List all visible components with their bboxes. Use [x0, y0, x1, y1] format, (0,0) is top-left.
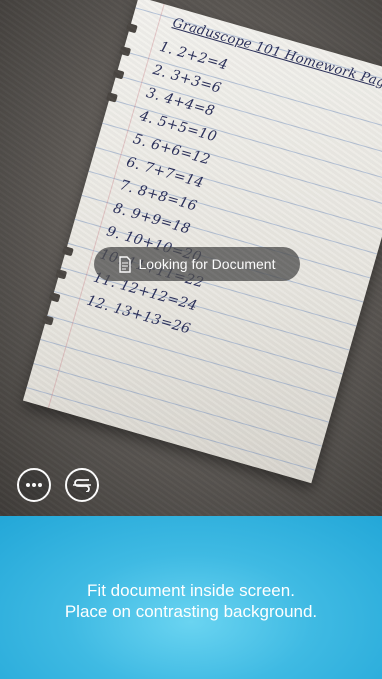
detection-status-text: Looking for Document: [138, 256, 276, 272]
scan-mode-icon: [73, 479, 91, 492]
document-icon: [118, 255, 131, 273]
paper-hole: [61, 245, 74, 257]
camera-viewfinder: Graduscope 101 Homework Page! 1. 2+2=4 2…: [0, 0, 382, 516]
paper-hole: [106, 92, 118, 103]
more-dots-icon: [26, 483, 42, 487]
instruction-line-1: Fit document inside screen.: [87, 580, 295, 600]
paper-hole: [119, 45, 132, 57]
paper-margin-line: [47, 3, 165, 408]
instruction-line-2: Place on contrasting background.: [64, 601, 318, 621]
more-options-button[interactable]: [17, 468, 51, 502]
paper-hole: [55, 268, 68, 280]
paper-hole: [125, 22, 138, 34]
detection-status-pill: Looking for Document: [94, 247, 300, 281]
instruction-panel: Fit document inside screen. Place on con…: [0, 516, 382, 679]
paper-hole: [42, 315, 54, 326]
document-preview: Graduscope 101 Homework Page! 1. 2+2=4 2…: [22, 0, 382, 484]
paper-hole: [112, 69, 125, 80]
scan-mode-button[interactable]: [65, 468, 99, 502]
paper-hole: [48, 292, 61, 303]
